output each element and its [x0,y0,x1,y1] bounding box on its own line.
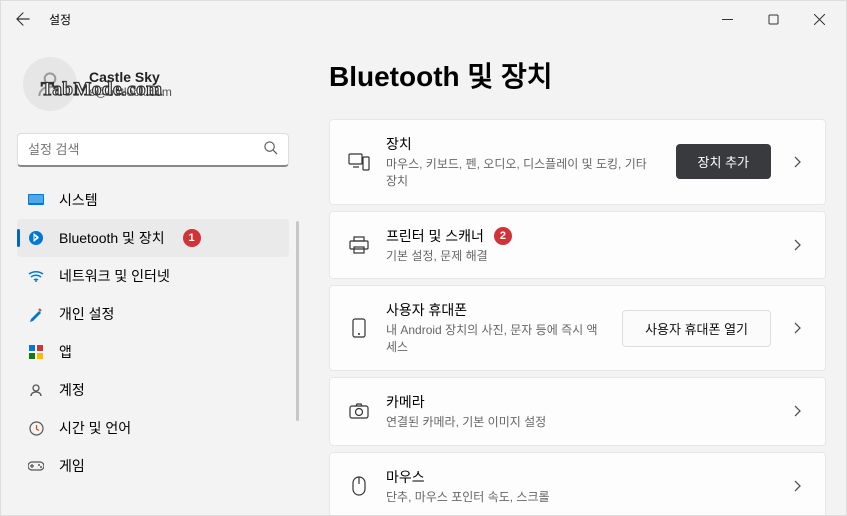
card-subtitle: 마우스, 키보드, 펜, 오디오, 디스플레이 및 도킹, 기타 장치 [386,156,660,190]
annotation-badge-1: 1 [183,229,201,247]
card-title: 프린터 및 스캐너 [386,226,484,246]
page-title: Bluetooth 및 장치 [329,55,826,95]
printer-icon [348,236,370,254]
search-box[interactable] [17,133,289,167]
window-title: 설정 [49,11,71,28]
sidebar-item-gaming[interactable]: 게임 [17,447,289,485]
card-mouse[interactable]: 마우스 단추, 마우스 포인터 속도, 스크롤 [329,452,826,515]
game-icon [27,457,45,475]
nav-list: 시스템 Bluetooth 및 장치 1 네트워크 및 인터넷 개인 설정 앱 [17,181,295,515]
titlebar: 설정 [1,1,846,37]
sidebar-item-network[interactable]: 네트워크 및 인터넷 [17,257,289,295]
search-icon [263,140,278,160]
card-subtitle: 단추, 마우스 포인터 속도, 스크롤 [386,489,771,506]
wifi-icon [27,267,45,285]
profile-name: Castle Sky [89,69,172,85]
main-content: Bluetooth 및 장치 장치 마우스, 키보드, 펜, 오디오, 디스플레… [301,37,846,515]
card-subtitle: 내 Android 장치의 사진, 문자 등에 즉시 액세스 [386,322,606,356]
sidebar-item-label: 시스템 [59,190,98,210]
card-phone[interactable]: 사용자 휴대폰 내 Android 장치의 사진, 문자 등에 즉시 액세스 사… [329,285,826,371]
sidebar-item-system[interactable]: 시스템 [17,181,289,219]
brush-icon [27,305,45,323]
back-button[interactable] [5,1,41,37]
sidebar-item-label: 네트워크 및 인터넷 [59,266,170,286]
close-icon [814,14,825,25]
annotation-badge-2: 2 [494,227,512,245]
card-camera[interactable]: 카메라 연결된 카메라, 기본 이미지 설정 [329,377,826,446]
card-title: 마우스 [386,467,425,487]
sidebar-item-time-language[interactable]: 시간 및 언어 [17,409,289,447]
card-title: 장치 [386,134,412,154]
devices-icon [348,153,370,171]
profile-email: s@outlook.com [89,85,172,99]
chevron-right-icon [787,480,807,492]
person-nav-icon [27,381,45,399]
sidebar: Castle Sky s@outlook.com 시스템 Bluetooth 및… [1,37,301,515]
sidebar-item-label: 계정 [59,380,85,400]
card-subtitle: 기본 설정, 문제 해결 [386,248,771,265]
maximize-icon [768,14,779,25]
mouse-icon [348,476,370,496]
sidebar-item-accounts[interactable]: 계정 [17,371,289,409]
chevron-right-icon [787,405,807,417]
sidebar-item-apps[interactable]: 앱 [17,333,289,371]
card-printers[interactable]: 프린터 및 스캐너 2 기본 설정, 문제 해결 [329,211,826,280]
camera-icon [348,403,370,419]
card-title: 사용자 휴대폰 [386,300,467,320]
sidebar-item-label: 시간 및 언어 [59,418,131,438]
sidebar-scrollbar[interactable] [296,221,299,421]
add-device-button[interactable]: 장치 추가 [676,144,771,179]
sidebar-item-label: 게임 [59,456,85,476]
chevron-right-icon [787,156,807,168]
card-title: 카메라 [386,392,425,412]
sidebar-item-bluetooth[interactable]: Bluetooth 및 장치 1 [17,219,289,257]
profile-block[interactable]: Castle Sky s@outlook.com [17,47,295,127]
maximize-button[interactable] [750,3,796,35]
card-devices[interactable]: 장치 마우스, 키보드, 펜, 오디오, 디스플레이 및 도킹, 기타 장치 장… [329,119,826,205]
sidebar-item-label: Bluetooth 및 장치 [59,228,165,248]
close-button[interactable] [796,3,842,35]
apps-icon [27,343,45,361]
system-icon [27,191,45,209]
person-icon [34,68,66,100]
sidebar-item-label: 앱 [59,342,72,362]
back-arrow-icon [16,12,30,26]
search-input[interactable] [28,142,263,157]
chevron-right-icon [787,239,807,251]
minimize-icon [722,14,733,25]
sidebar-item-personalization[interactable]: 개인 설정 [17,295,289,333]
minimize-button[interactable] [704,3,750,35]
sidebar-item-label: 개인 설정 [59,304,114,324]
phone-icon [348,318,370,338]
bluetooth-icon [27,229,45,247]
card-subtitle: 연결된 카메라, 기본 이미지 설정 [386,414,771,431]
avatar [23,57,77,111]
chevron-right-icon [787,322,807,334]
clock-icon [27,419,45,437]
open-phone-button[interactable]: 사용자 휴대폰 열기 [622,310,771,347]
